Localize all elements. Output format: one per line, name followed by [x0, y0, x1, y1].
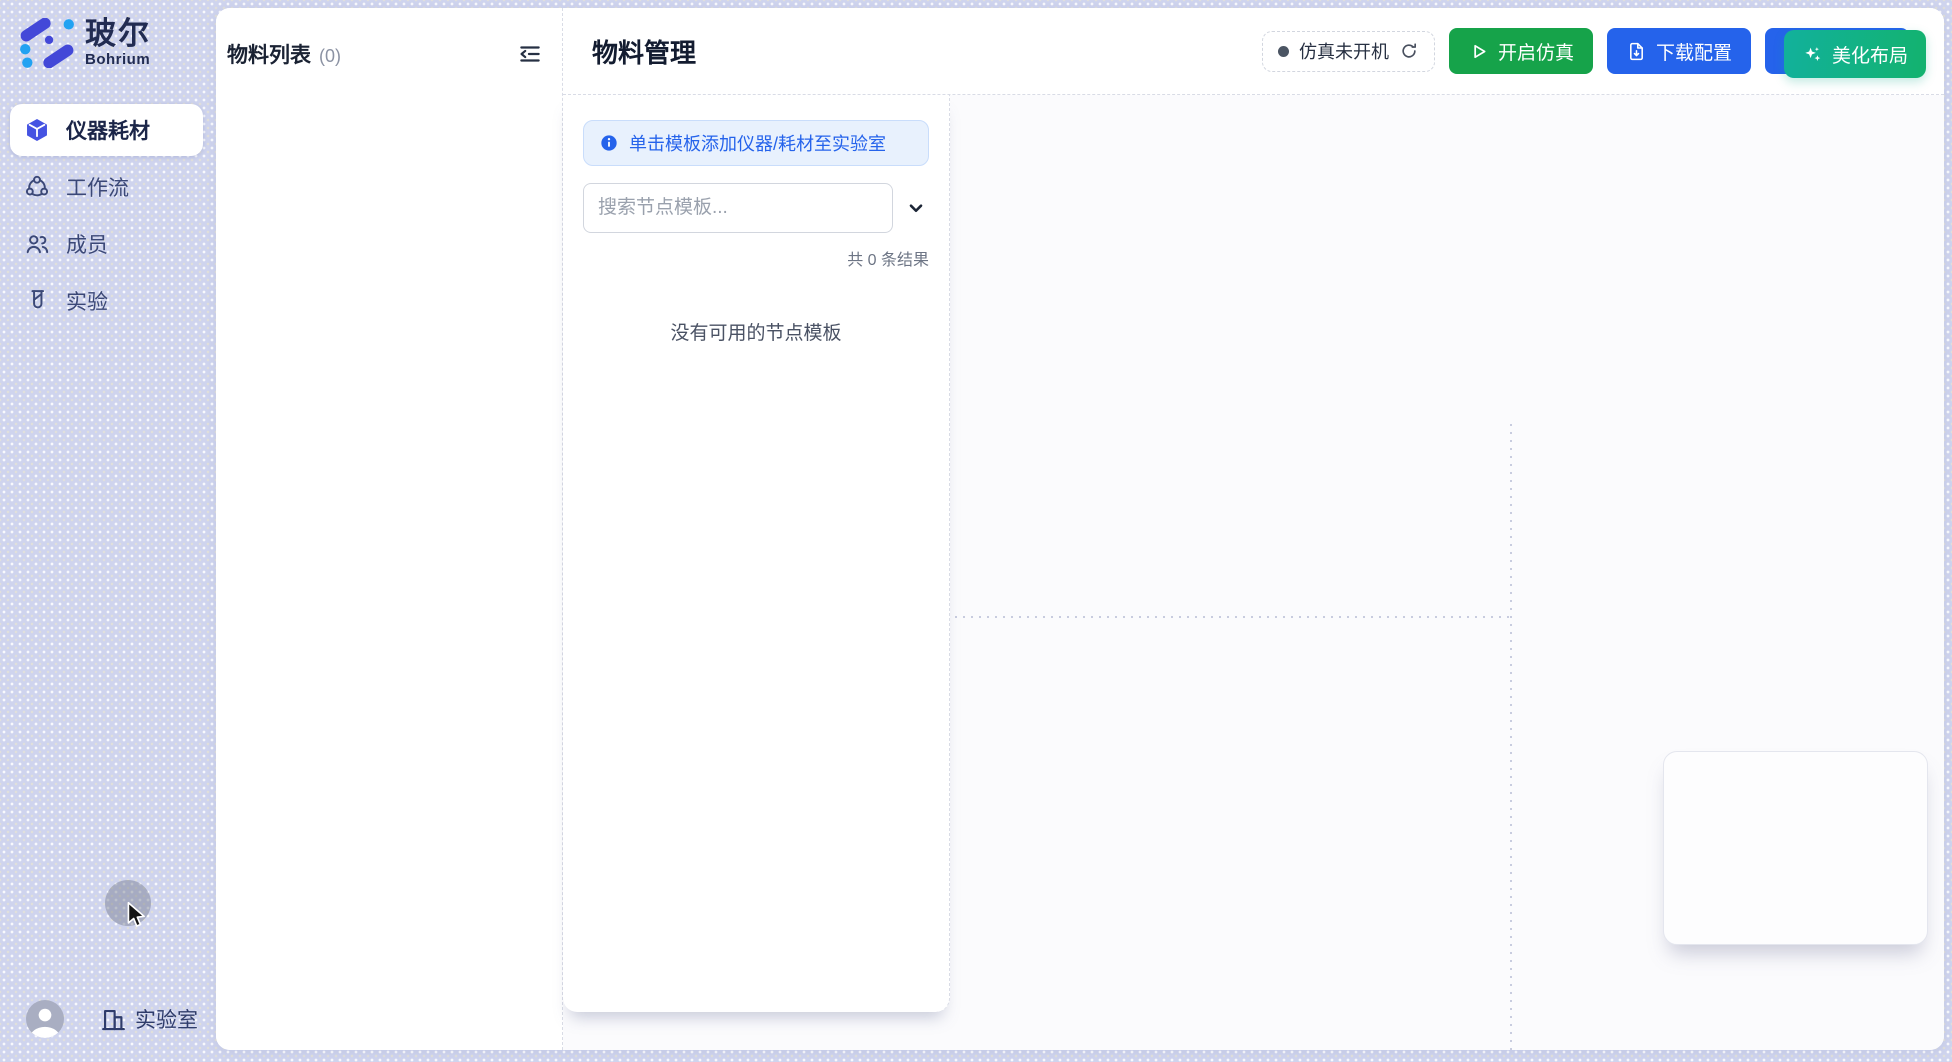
building-icon [100, 1006, 127, 1033]
sidebar-item-members[interactable]: 成员 [10, 218, 203, 270]
canvas[interactable]: 物料管理 仿真未开机 [563, 8, 1944, 1050]
chevron-down-icon [905, 197, 927, 219]
start-sim-label: 开启仿真 [1498, 38, 1574, 65]
brand: 玻尔 Bohrium [18, 18, 151, 68]
sidebar-item-label: 成员 [66, 229, 108, 259]
sidebar-item-label: 实验 [66, 286, 108, 316]
collapse-templates-button[interactable] [903, 195, 929, 221]
avatar[interactable] [26, 1000, 64, 1038]
sidebar-footer: 实验室 [26, 1000, 198, 1038]
mouse-cursor [126, 901, 148, 931]
workflow-icon [24, 174, 50, 200]
page-title: 物料管理 [592, 33, 696, 70]
download-config-label: 下载配置 [1656, 38, 1732, 65]
template-search-input[interactable] [583, 183, 893, 233]
sidebar-item-label: 工作流 [66, 172, 129, 202]
experiment-icon [24, 288, 50, 314]
beautify-layout-label: 美化布局 [1832, 41, 1908, 68]
sidebar-item-label: 仪器耗材 [66, 115, 150, 145]
play-icon [1468, 41, 1489, 62]
sparkles-icon [1802, 44, 1823, 65]
empty-state-text: 没有可用的节点模板 [563, 318, 949, 345]
sidebar-nav: 仪器耗材 工作流 成员 [10, 104, 203, 332]
file-download-icon [1626, 41, 1647, 62]
info-banner: 单击模板添加仪器/耗材至实验室 [583, 120, 929, 166]
collapse-icon [517, 41, 543, 67]
members-icon [24, 231, 50, 257]
start-sim-button[interactable]: 开启仿真 [1449, 28, 1593, 74]
sidebar-item-instruments[interactable]: 仪器耗材 [10, 104, 203, 156]
sim-status-text: 仿真未开机 [1299, 38, 1389, 64]
minimap[interactable] [1663, 751, 1928, 945]
material-list-title: 物料列表 [227, 44, 311, 67]
info-banner-text: 单击模板添加仪器/耗材至实验室 [629, 130, 886, 156]
material-list-header: 物料列表 (0) [216, 8, 562, 100]
template-panel: 单击模板添加仪器/耗材至实验室 共 0 条结果 没有可用的节点模板 [563, 95, 950, 1012]
download-config-button[interactable]: 下载配置 [1607, 28, 1751, 74]
main-container: 物料列表 (0) 物料管理 [216, 8, 1944, 1050]
canvas-gridline-vertical [1510, 424, 1512, 1050]
brand-name-zh: 玻尔 [85, 18, 151, 51]
sim-status-pill[interactable]: 仿真未开机 [1262, 31, 1435, 72]
result-count: 共 0 条结果 [563, 246, 949, 270]
lab-button[interactable]: 实验室 [100, 1004, 198, 1034]
material-list-panel: 物料列表 (0) [216, 8, 563, 1050]
material-list-count: (0) [319, 46, 341, 66]
lab-label: 实验室 [135, 1004, 198, 1034]
canvas-header: 物料管理 仿真未开机 [563, 8, 1944, 95]
sidebar-item-workflow[interactable]: 工作流 [10, 161, 203, 213]
cube-icon [24, 117, 50, 143]
status-dot-icon [1278, 46, 1289, 57]
info-icon [599, 133, 619, 153]
template-search-row [583, 183, 929, 233]
refresh-icon[interactable] [1399, 41, 1419, 61]
bohrium-logo-icon [18, 18, 76, 68]
collapse-panel-button[interactable] [515, 39, 545, 69]
sidebar-item-experiments[interactable]: 实验 [10, 275, 203, 327]
brand-name-en: Bohrium [85, 51, 151, 68]
beautify-layout-button[interactable]: 美化布局 [1784, 30, 1926, 78]
page: { "brand": { "name_zh": "玻尔", "name_en":… [0, 0, 1952, 1062]
